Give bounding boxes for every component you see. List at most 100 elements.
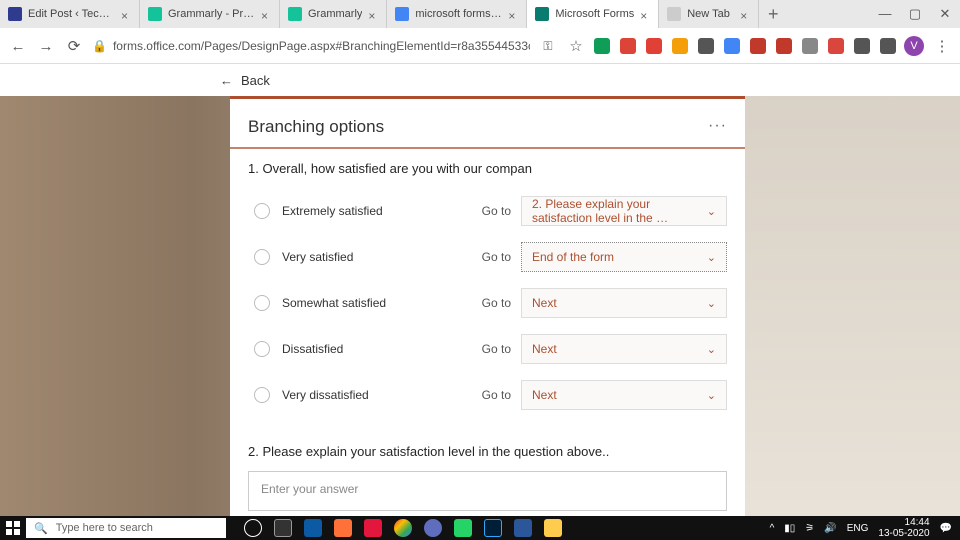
favicon <box>288 7 302 21</box>
clock[interactable]: 14:4413-05-2020 <box>878 517 929 539</box>
page-content: ←Back Branching options ··· 1. Overall, … <box>0 64 960 516</box>
ext-icon[interactable] <box>828 38 844 54</box>
browser-chrome: Edit Post ‹ Tech Viral — Word× Grammarly… <box>0 0 960 64</box>
address-bar: ← → ⟳ 🔒forms.office.com/Pages/DesignPage… <box>0 28 960 64</box>
radio-icon[interactable] <box>254 203 270 219</box>
goto-dropdown[interactable]: Next⌄ <box>521 334 727 364</box>
close-icon[interactable]: × <box>740 9 750 19</box>
menu-icon[interactable]: ⋮ <box>932 36 952 56</box>
chrome-icon[interactable] <box>394 519 412 537</box>
radio-icon[interactable] <box>254 295 270 311</box>
tab-2[interactable]: Grammarly× <box>280 0 387 28</box>
arrow-left-icon: ← <box>220 73 233 88</box>
back-row: ←Back <box>0 64 960 96</box>
radio-icon[interactable] <box>254 341 270 357</box>
chevron-down-icon: ⌄ <box>707 343 716 356</box>
star-icon[interactable]: ☆ <box>566 36 586 56</box>
lock-icon: 🔒 <box>92 39 107 53</box>
tab-4[interactable]: Microsoft Forms× <box>527 0 659 28</box>
firefox-icon[interactable] <box>334 519 352 537</box>
goto-dropdown[interactable]: 2. Please explain your satisfaction leve… <box>521 196 727 226</box>
notifications-icon[interactable]: 💬 <box>940 523 952 534</box>
tab-5[interactable]: New Tab× <box>659 0 759 28</box>
ext-icon[interactable] <box>750 38 766 54</box>
option-label: Very dissatisfied <box>282 388 369 402</box>
option-label: Very satisfied <box>282 250 353 264</box>
chevron-down-icon: ⌄ <box>707 389 716 402</box>
option-row: Somewhat satisfied Go to Next⌄ <box>248 280 727 326</box>
close-icon[interactable]: × <box>121 9 131 19</box>
question-2: 2. Please explain your satisfaction leve… <box>230 430 745 525</box>
option-label: Somewhat satisfied <box>282 296 386 310</box>
edge-icon[interactable] <box>304 519 322 537</box>
ext-icon[interactable] <box>724 38 740 54</box>
goto-dropdown[interactable]: Next⌄ <box>521 288 727 318</box>
battery-icon[interactable]: ▮▯ <box>784 523 795 534</box>
divider <box>230 147 745 149</box>
ext-icon[interactable] <box>672 38 688 54</box>
option-row: Very dissatisfied Go toNext⌄ <box>248 372 727 418</box>
wifi-icon[interactable]: ⚞ <box>805 523 814 534</box>
word-icon[interactable] <box>514 519 532 537</box>
key-icon[interactable]: ⚿ <box>538 36 558 56</box>
question-text: 1. Overall, how satisfied are you with o… <box>248 161 727 176</box>
search-icon: 🔍 <box>34 522 48 535</box>
start-button[interactable] <box>0 516 26 540</box>
explorer-icon[interactable] <box>544 519 562 537</box>
ext-icon[interactable] <box>594 38 610 54</box>
question-1: 1. Overall, how satisfied are you with o… <box>230 149 745 430</box>
new-tab-button[interactable]: + <box>759 4 787 25</box>
close-icon[interactable]: × <box>508 9 518 19</box>
language-indicator[interactable]: ENG <box>847 523 869 534</box>
goto-dropdown[interactable]: End of the form⌄ <box>521 242 727 272</box>
minimize-button[interactable]: — <box>870 6 900 22</box>
goto-label: Go to <box>482 204 511 218</box>
page-title: Branching options <box>248 117 384 137</box>
whatsapp-icon[interactable] <box>454 519 472 537</box>
ext-icon[interactable] <box>854 38 870 54</box>
radio-icon[interactable] <box>254 249 270 265</box>
chromium-icon[interactable] <box>424 519 442 537</box>
chevron-down-icon: ⌄ <box>707 297 716 310</box>
tab-1[interactable]: Grammarly - ProSeoTools_× <box>140 0 280 28</box>
question-text: 2. Please explain your satisfaction leve… <box>248 444 727 459</box>
forward-nav-icon[interactable]: → <box>36 36 56 56</box>
ext-icon[interactable] <box>620 38 636 54</box>
ext-icon[interactable] <box>698 38 714 54</box>
branching-card: Branching options ··· 1. Overall, how sa… <box>230 96 745 526</box>
profile-avatar[interactable]: V <box>904 36 924 56</box>
close-icon[interactable]: × <box>640 9 650 19</box>
ext-icon[interactable] <box>646 38 662 54</box>
chevron-down-icon: ⌄ <box>707 205 716 218</box>
taskview-icon[interactable] <box>274 519 292 537</box>
tab-3[interactable]: microsoft forms - Google Se× <box>387 0 527 28</box>
url-input[interactable]: 🔒forms.office.com/Pages/DesignPage.aspx#… <box>92 39 530 53</box>
close-icon[interactable]: × <box>368 9 378 19</box>
taskbar-apps <box>234 519 562 537</box>
back-button[interactable]: ←Back <box>220 73 270 88</box>
photoshop-icon[interactable] <box>484 519 502 537</box>
extensions <box>594 38 896 54</box>
volume-icon[interactable]: 🔊 <box>824 523 836 534</box>
tray-chevron-icon[interactable]: ^ <box>770 523 775 534</box>
cortana-icon[interactable] <box>244 519 262 537</box>
ext-icon[interactable] <box>802 38 818 54</box>
reload-icon[interactable]: ⟳ <box>64 36 84 56</box>
back-nav-icon[interactable]: ← <box>8 36 28 56</box>
ext-icon[interactable] <box>880 38 896 54</box>
goto-dropdown[interactable]: Next⌄ <box>521 380 727 410</box>
ext-icon[interactable] <box>776 38 792 54</box>
favicon <box>148 7 162 21</box>
opera-icon[interactable] <box>364 519 382 537</box>
tab-0[interactable]: Edit Post ‹ Tech Viral — Word× <box>0 0 140 28</box>
taskbar: 🔍Type here to search ^ ▮▯ ⚞ 🔊 ENG 14:441… <box>0 516 960 540</box>
answer-input[interactable]: Enter your answer <box>248 471 727 511</box>
goto-label: Go to <box>482 296 511 310</box>
close-icon[interactable]: × <box>261 9 271 19</box>
close-button[interactable]: ✕ <box>930 6 960 22</box>
maximize-button[interactable]: ▢ <box>900 6 930 22</box>
taskbar-search[interactable]: 🔍Type here to search <box>26 518 226 538</box>
more-icon[interactable]: ··· <box>708 117 727 137</box>
radio-icon[interactable] <box>254 387 270 403</box>
tab-strip: Edit Post ‹ Tech Viral — Word× Grammarly… <box>0 0 960 28</box>
